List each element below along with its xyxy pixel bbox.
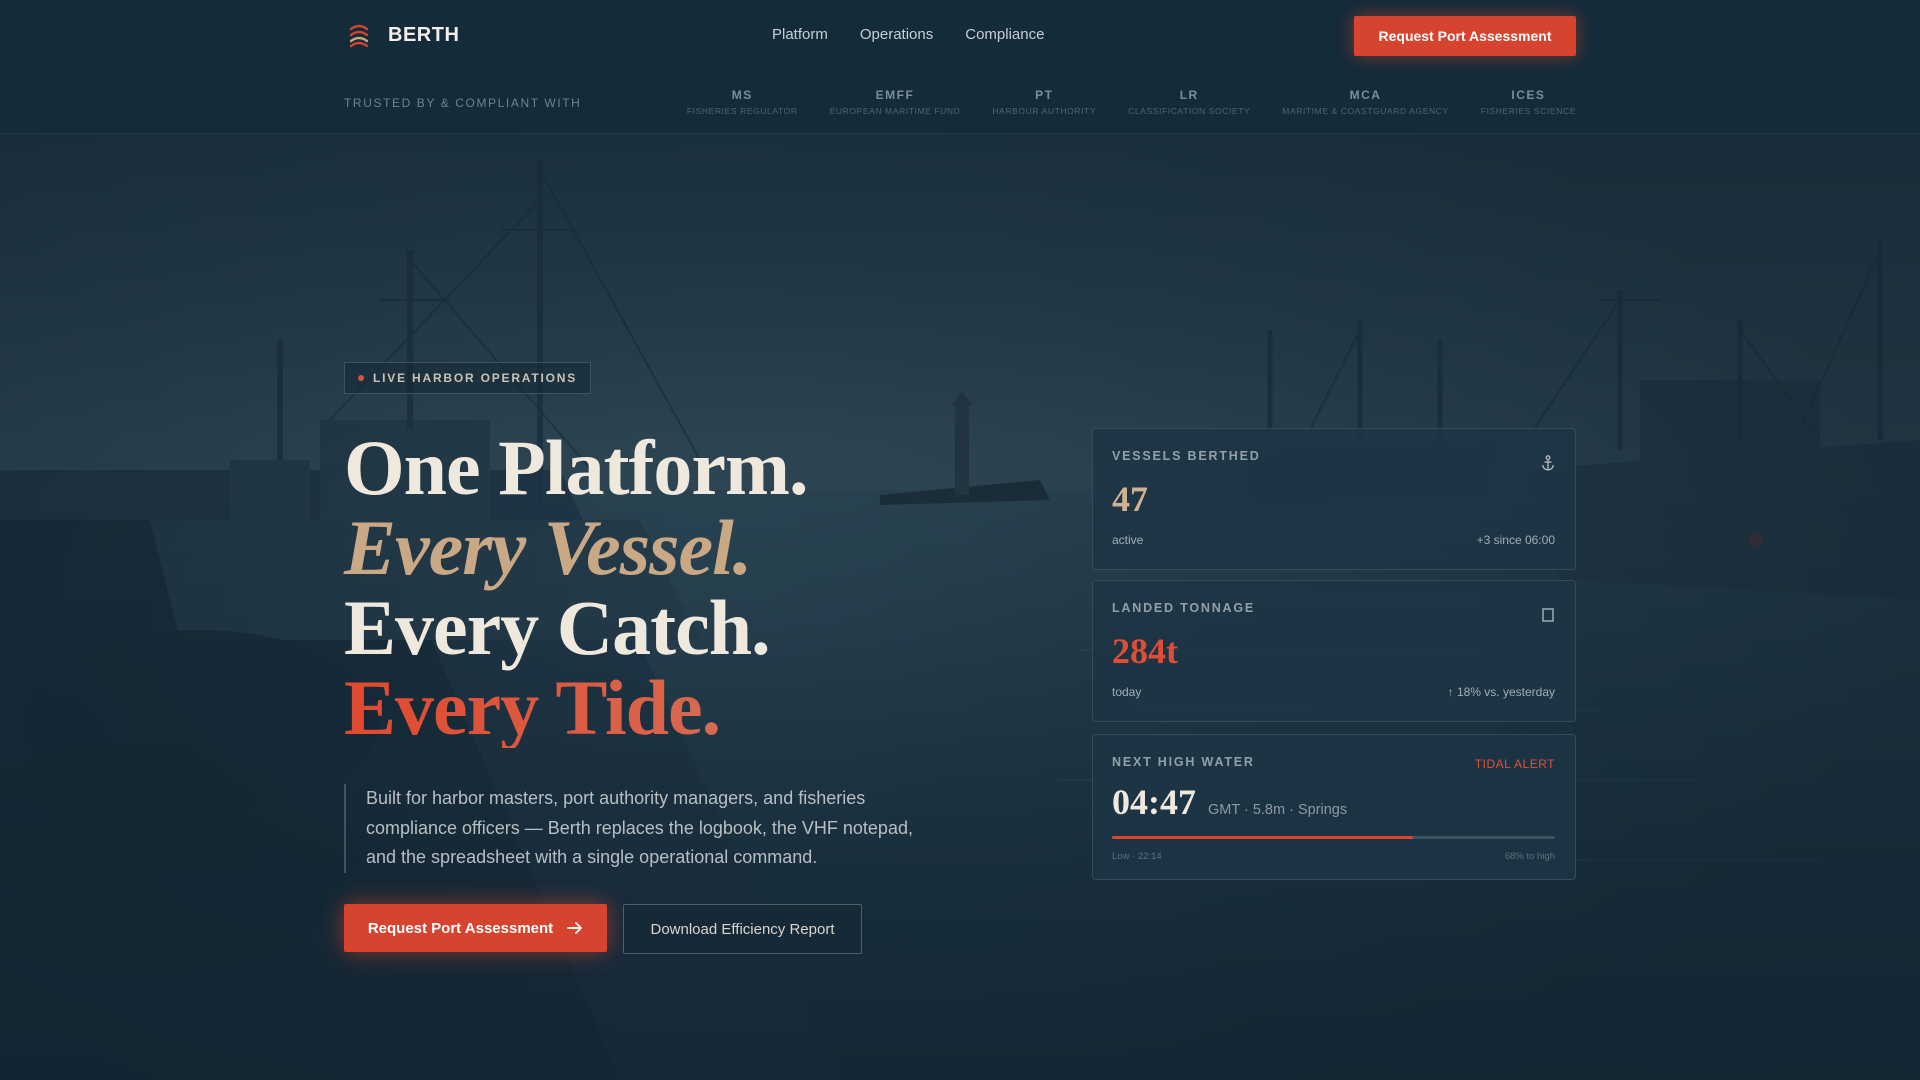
primary-nav: Platform Operations Compliance <box>772 26 1044 43</box>
next-high-water-card: NEXT HIGH WATER TIDAL ALERT 04:47 GMT · … <box>1092 734 1576 880</box>
trust-abbr: EMFF <box>875 88 915 102</box>
trust-full: European Maritime Fund <box>829 106 961 116</box>
live-dot-icon <box>358 375 364 381</box>
high-water-meta: GMT · 5.8m · Springs <box>1208 802 1348 818</box>
trust-item-pt: PT Harbour Authority <box>992 88 1096 116</box>
nav-link-platform[interactable]: Platform <box>772 26 828 43</box>
card-footer: today ↑ 18% vs. yesterday <box>1112 685 1555 699</box>
download-efficiency-report-button[interactable]: Download Efficiency Report <box>623 904 862 954</box>
trust-abbr: MS <box>731 88 753 102</box>
arrow-right-icon <box>567 922 583 934</box>
landed-tonnage-value: 284t <box>1112 631 1178 671</box>
landed-tonnage-card: LANDED TONNAGE 284t today ↑ 18% vs. yest… <box>1092 580 1576 722</box>
headline-line-1: One Platform. <box>344 424 809 511</box>
tonnage-sub-label: today <box>1112 685 1142 699</box>
low-tide-label: Low · 22:14 <box>1112 851 1162 862</box>
trust-item-mca: MCA Maritime & Coastguard Agency <box>1282 88 1449 116</box>
headline-line-2: Every Vessel. <box>344 504 752 591</box>
trust-abbr: ICES <box>1511 88 1546 102</box>
vessels-sub-label: active <box>1112 533 1144 547</box>
trust-abbr: MCA <box>1349 88 1382 102</box>
trust-abbr: LR <box>1179 88 1199 102</box>
tidal-alert-badge: TIDAL ALERT <box>1474 757 1555 771</box>
trust-full: Harbour Authority <box>992 106 1097 116</box>
hero-description: Built for harbor masters, port authority… <box>344 784 944 873</box>
tide-footer: Low · 22:14 68% to high <box>1112 851 1555 862</box>
card-label: VESSELS BERTHED <box>1112 449 1261 463</box>
tide-progress-bar <box>1112 836 1555 839</box>
trust-strip: TRUSTED BY & COMPLIANT WITH MS Fisheries… <box>344 86 1576 126</box>
hero-headline: One Platform. Every Vessel. Every Catch.… <box>344 428 1044 748</box>
trust-item-ms: MS Fisheries Regulator <box>687 88 798 116</box>
tide-row: 04:47 GMT · 5.8m · Springs <box>1112 781 1555 823</box>
card-label: LANDED TONNAGE <box>1112 601 1256 615</box>
top-navigation-bar: BERTH Platform Operations Compliance Req… <box>0 0 1920 134</box>
trust-abbr: PT <box>1035 88 1054 102</box>
hero-section: LIVE HARBOR OPERATIONS One Platform. Eve… <box>344 362 1044 954</box>
live-operations-badge: LIVE HARBOR OPERATIONS <box>344 362 592 394</box>
vessels-delta: +3 since 06:00 <box>1476 533 1555 547</box>
trust-item-emff: EMFF European Maritime Fund <box>830 88 961 116</box>
live-badge-label: LIVE HARBOR OPERATIONS <box>373 371 578 385</box>
percent-to-high-label: 68% to high <box>1504 851 1555 862</box>
trust-logos: MS Fisheries Regulator EMFF European Mar… <box>687 88 1576 116</box>
crate-icon <box>1542 608 1554 622</box>
tide-progress-fill <box>1112 836 1414 839</box>
headline-line-3: Every Catch. <box>344 584 771 671</box>
brand-name: BERTH <box>388 23 460 46</box>
brand[interactable]: BERTH <box>344 20 459 50</box>
trust-label: TRUSTED BY & COMPLIANT WITH <box>344 96 582 110</box>
trust-item-ices: ICES Fisheries Science <box>1481 88 1576 116</box>
nav-inner: BERTH Platform Operations Compliance Req… <box>344 0 1576 72</box>
live-stats-panel: VESSELS BERTHED 47 active +3 since 06:00… <box>1092 428 1576 890</box>
nav-request-assessment-button[interactable]: Request Port Assessment <box>1354 16 1576 56</box>
trust-full: Classification Society <box>1128 106 1251 116</box>
hero-request-assessment-button[interactable]: Request Port Assessment <box>344 904 607 952</box>
vessels-berthed-card: VESSELS BERTHED 47 active +3 since 06:00 <box>1092 428 1576 570</box>
tonnage-delta: ↑ 18% vs. yesterday <box>1447 685 1555 699</box>
high-water-time: 04:47 <box>1112 782 1196 822</box>
hero-cta-row: Request Port Assessment Download Efficie… <box>344 904 862 954</box>
nav-link-operations[interactable]: Operations <box>860 26 933 43</box>
nav-link-compliance[interactable]: Compliance <box>965 26 1044 43</box>
trust-full: Fisheries Science <box>1480 106 1576 116</box>
vessels-berthed-value: 47 <box>1112 479 1148 519</box>
berth-logo-icon <box>349 24 369 48</box>
card-footer: active +3 since 06:00 <box>1112 533 1555 547</box>
headline-line-4: Every Tide. <box>344 668 1044 748</box>
trust-full: Fisheries Regulator <box>686 106 798 116</box>
anchor-icon <box>1541 455 1555 471</box>
trust-full: Maritime & Coastguard Agency <box>1282 106 1449 116</box>
primary-cta-label: Request Port Assessment <box>367 919 554 937</box>
trust-item-lr: LR Classification Society <box>1128 88 1250 116</box>
